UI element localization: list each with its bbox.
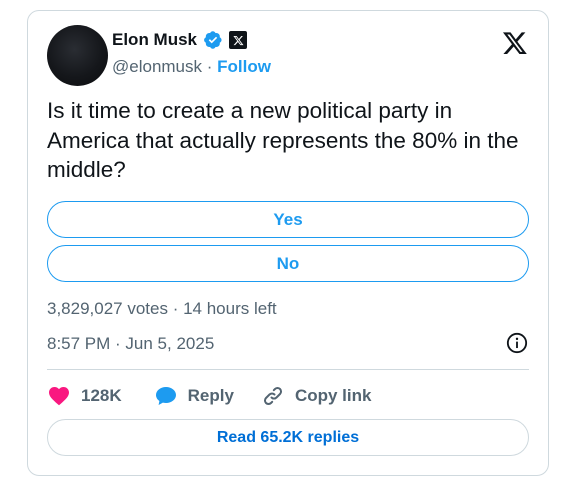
like-count: 128K [81,386,122,405]
tweet-text: Is it time to create a new political par… [47,98,519,182]
info-icon[interactable] [506,332,528,354]
divider [47,369,529,370]
author-handle[interactable]: @elonmusk [112,57,202,76]
x-logo-icon[interactable] [501,30,529,56]
tweet-timestamp[interactable]: 8:57 PM · Jun 5, 2025 [47,334,214,354]
tweet-card: Elon Musk @elonmusk · Follow Is it time … [27,10,549,476]
separator-dot: · [206,57,213,76]
like-button[interactable]: 128K [47,384,122,408]
poll-votes-summary: 3,829,027 votes · 14 hours left [47,299,277,318]
reply-label: Reply [187,386,234,405]
author-handle-row: @elonmusk · Follow [112,57,271,77]
poll-option-no[interactable]: No [47,245,529,282]
speech-bubble-icon [154,384,178,408]
verified-badge-icon [203,30,223,50]
author-name[interactable]: Elon Musk [112,30,197,50]
tweet-actions: 128K Reply Copy link [47,383,371,409]
heart-icon [47,384,71,408]
avatar[interactable] [47,25,108,86]
x-affiliate-badge-icon [229,31,248,49]
author-name-row: Elon Musk [112,30,248,50]
link-icon [261,384,285,408]
copy-link-label: Copy link [294,386,372,405]
follow-button[interactable]: Follow [217,57,271,76]
read-replies-button[interactable]: Read 65.2K replies [47,419,529,456]
copy-link-button[interactable]: Copy link [261,384,372,408]
poll-option-yes[interactable]: Yes [47,201,529,238]
reply-button[interactable]: Reply [154,384,234,408]
